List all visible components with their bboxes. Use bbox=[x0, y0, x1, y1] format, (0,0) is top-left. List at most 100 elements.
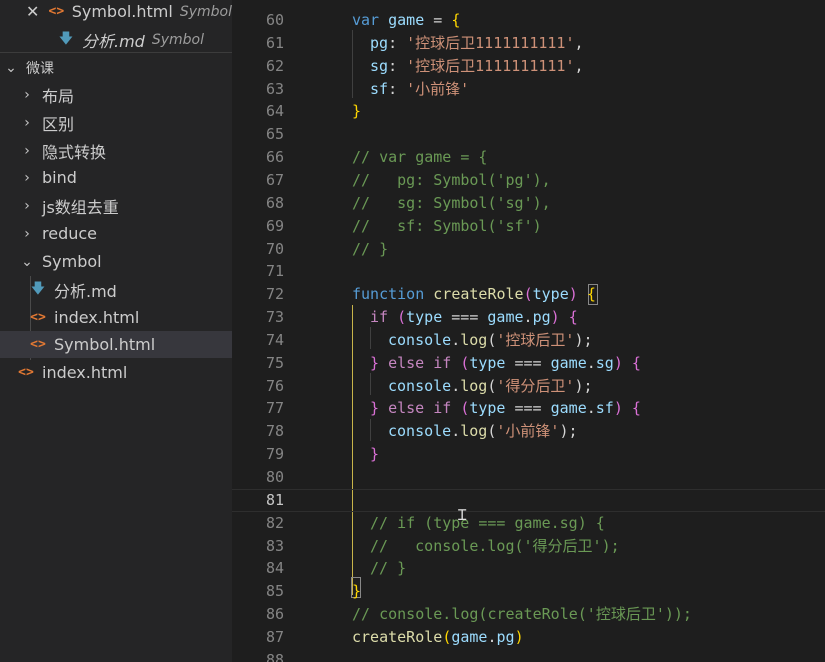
line-number: 66 bbox=[265, 148, 284, 167]
file-root-index-html[interactable]: <> index.html bbox=[0, 359, 232, 386]
file-symbol-html[interactable]: <> Symbol.html bbox=[0, 331, 232, 358]
open-editor-analysis-md[interactable]: 🡇 分析.md Symbol bbox=[0, 26, 232, 53]
folder-item[interactable]: › js数组去重 bbox=[0, 192, 232, 219]
open-editor-name: Symbol.html bbox=[71, 2, 173, 21]
markdown-file-icon: 🡇 bbox=[58, 30, 74, 47]
file-label: index.html bbox=[54, 308, 140, 327]
code-line[interactable]: 66 // var game = { bbox=[232, 146, 825, 169]
code-line[interactable]: 71 bbox=[232, 260, 825, 283]
folder-item[interactable]: › 区别 bbox=[0, 109, 232, 136]
folder-label: js数组去重 bbox=[42, 197, 119, 217]
chevron-down-icon: ⌄ bbox=[5, 59, 17, 76]
code-text: // sf: Symbol('sf') bbox=[352, 216, 542, 235]
code-line[interactable]: 63 sf: '小前锋' bbox=[232, 78, 825, 101]
code-line[interactable]: 81 bbox=[232, 488, 825, 512]
code-line[interactable]: 77 } else if (type === game.sf) { bbox=[232, 397, 825, 420]
code-line[interactable]: 80 bbox=[232, 466, 825, 489]
section-divider bbox=[0, 52, 232, 53]
chevron-right-icon: › bbox=[24, 197, 30, 214]
open-editor-description: Symbol bbox=[179, 3, 232, 20]
line-number: 80 bbox=[265, 468, 284, 486]
code-text: } else if (type === game.sf) { bbox=[370, 399, 641, 418]
code-text: // console.log(createRole('控球后卫')); bbox=[352, 605, 692, 624]
folder-item[interactable]: › bind bbox=[0, 164, 232, 191]
code-text: var game = { bbox=[352, 11, 461, 29]
open-editor-symbol-html[interactable]: ✕ <> Symbol.html Symbol bbox=[0, 0, 232, 25]
line-number: 87 bbox=[265, 627, 284, 646]
code-text: if (type === game.pg) { bbox=[370, 308, 578, 327]
folder-label: 区别 bbox=[42, 114, 75, 134]
line-number: 82 bbox=[265, 513, 284, 532]
line-number: 71 bbox=[265, 262, 284, 281]
code-line[interactable]: 88 bbox=[232, 649, 825, 662]
line-number: 65 bbox=[265, 125, 284, 144]
line-number: 69 bbox=[265, 216, 284, 235]
line-number: 84 bbox=[265, 559, 284, 578]
code-editor[interactable]: 60 var game = {61 pg: '控球后卫1111111111', 62 s… bbox=[232, 0, 825, 662]
folder-item[interactable]: › reduce bbox=[0, 220, 232, 247]
file-index-html[interactable]: <> index.html bbox=[0, 304, 232, 331]
code-text: // } bbox=[352, 239, 389, 258]
chevron-right-icon: › bbox=[24, 225, 30, 242]
line-number: 63 bbox=[265, 79, 284, 98]
line-number: 73 bbox=[265, 308, 284, 327]
code-line[interactable]: 87 createRole(game.pg) bbox=[232, 626, 825, 649]
line-number: 70 bbox=[265, 239, 284, 258]
folder-label: reduce bbox=[42, 224, 98, 243]
code-text: // console.log('得分后卫'); bbox=[370, 536, 620, 555]
code-line[interactable]: 85} bbox=[232, 580, 825, 603]
markdown-file-icon: 🡇 bbox=[30, 280, 46, 297]
code-line[interactable]: 61 pg: '控球后卫1111111111', bbox=[232, 32, 825, 55]
folder-item[interactable]: › 布局 bbox=[0, 81, 232, 108]
html-file-icon: <> bbox=[48, 4, 65, 19]
file-label: Symbol.html bbox=[54, 335, 156, 354]
file-label: 分析.md bbox=[54, 281, 117, 301]
line-number: 77 bbox=[265, 399, 284, 418]
code-line[interactable]: 68 // sg: Symbol('sg'), bbox=[232, 192, 825, 215]
code-line[interactable]: 78 console.log('小前锋'); bbox=[232, 420, 825, 443]
code-line[interactable]: 76 console.log('得分后卫'); bbox=[232, 375, 825, 398]
line-number: 74 bbox=[265, 330, 284, 349]
code-line[interactable]: 86 // console.log(createRole('控球后卫')); bbox=[232, 603, 825, 626]
code-text: // sg: Symbol('sg'), bbox=[352, 193, 551, 212]
code-line[interactable]: 70 // } bbox=[232, 238, 825, 261]
code-text: console.log('得分后卫'); bbox=[388, 376, 593, 395]
code-text: // pg: Symbol('pg'), bbox=[352, 170, 551, 189]
code-line[interactable]: 69 // sf: Symbol('sf') bbox=[232, 215, 825, 238]
line-number: 72 bbox=[265, 285, 284, 304]
close-icon[interactable]: ✕ bbox=[24, 2, 41, 21]
folder-root-label: 微课 bbox=[26, 60, 54, 77]
code-line[interactable]: 79} bbox=[232, 443, 825, 466]
line-number: 61 bbox=[265, 33, 284, 52]
code-line[interactable]: 65 bbox=[232, 123, 825, 146]
folder-root[interactable]: ⌄ 微课 bbox=[0, 54, 232, 81]
code-text: } bbox=[352, 102, 362, 121]
chevron-right-icon: › bbox=[24, 169, 30, 186]
line-number: 79 bbox=[265, 445, 284, 464]
code-line[interactable]: 60 var game = { bbox=[232, 9, 825, 32]
line-number: 67 bbox=[265, 170, 284, 189]
code-line[interactable]: 84 // } bbox=[232, 557, 825, 580]
folder-label: 布局 bbox=[42, 86, 75, 106]
code-line[interactable]: 83 // console.log('得分后卫'); bbox=[232, 535, 825, 558]
code-line[interactable]: 67 // pg: Symbol('pg'), bbox=[232, 169, 825, 192]
code-line[interactable]: 82 // if (type === game.sg) { bbox=[232, 512, 825, 535]
line-number: 88 bbox=[265, 650, 284, 662]
code-line[interactable]: 64} bbox=[232, 100, 825, 123]
folder-item[interactable]: › 隐式转换 bbox=[0, 137, 232, 164]
code-line[interactable]: 73 if (type === game.pg) { bbox=[232, 306, 825, 329]
folder-symbol[interactable]: ⌄ Symbol bbox=[0, 248, 232, 275]
code-line[interactable]: 62 sg: '控球后卫1111111111', bbox=[232, 55, 825, 78]
line-number: 85 bbox=[265, 582, 284, 601]
code-line[interactable]: 72 function createRole(type) { bbox=[232, 283, 825, 306]
code-text: // var game = { bbox=[352, 148, 488, 167]
code-line[interactable]: 75} else if (type === game.sg) { bbox=[232, 352, 825, 375]
file-analysis-md[interactable]: 🡇 分析.md bbox=[0, 276, 232, 303]
code-text: pg: '控球后卫1111111111', bbox=[370, 33, 584, 52]
line-number: 76 bbox=[265, 376, 284, 395]
code-text: // if (type === game.sg) { bbox=[370, 513, 605, 532]
code-text: sg: '控球后卫1111111111', bbox=[370, 56, 584, 75]
code-line[interactable]: 74 console.log('控球后卫'); bbox=[232, 329, 825, 352]
chevron-right-icon: › bbox=[24, 114, 30, 131]
chevron-down-icon: ⌄ bbox=[21, 253, 33, 270]
